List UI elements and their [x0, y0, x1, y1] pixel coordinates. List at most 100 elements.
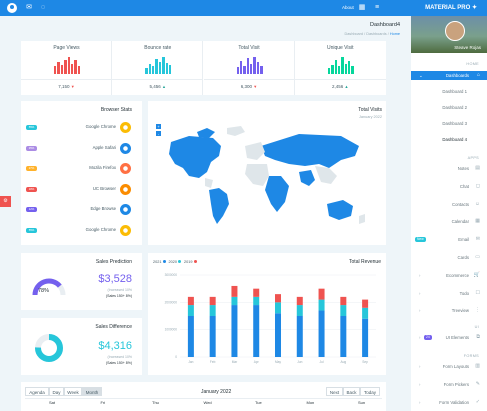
- legend-item[interactable]: 2021: [153, 260, 166, 264]
- calendar-back-button[interactable]: Back: [343, 387, 360, 396]
- revenue-bar-2021-sep: [362, 318, 369, 357]
- user-avatar[interactable]: [445, 21, 465, 41]
- spark-bar: [327, 68, 331, 74]
- breadcrumb-dashboards[interactable]: Dashboards: [366, 32, 386, 36]
- browser-name: Mozila Firefox: [89, 165, 116, 170]
- spark-bar: [54, 66, 57, 74]
- sidebar-item-email[interactable]: New Email ✉: [411, 235, 487, 244]
- new-badge: New: [415, 237, 426, 243]
- sidebar-item-dashboards[interactable]: ⌄ Dashboards ⌂: [411, 71, 487, 80]
- world-map[interactable]: [149, 120, 385, 240]
- spark-bar: [337, 66, 341, 74]
- sidebar-item-label: Form Validation: [439, 400, 469, 405]
- sidebar-item-dashboard-4[interactable]: Dashboard 4: [411, 135, 487, 144]
- sidebar-item-label: Dashboard 4: [442, 137, 467, 142]
- sidebar-item-ecommerce[interactable]: › Ecommerce 🛒: [411, 271, 487, 280]
- sidebar-item-cards[interactable]: Cards ▭: [411, 253, 487, 262]
- sidebar-item-form-validation[interactable]: › Form Validation ✓: [411, 398, 487, 407]
- browser-logo-icon: [120, 183, 131, 195]
- calendar-view-agenda-button[interactable]: Agenda: [25, 387, 49, 396]
- sidebar-item-todo[interactable]: › Todo ☐: [411, 289, 487, 298]
- settings-tab-icon[interactable]: ⚙: [0, 196, 11, 207]
- menu-icon[interactable]: ≡: [372, 3, 382, 13]
- breadcrumb-dashboard[interactable]: Dashboard: [344, 32, 363, 36]
- spark-bar: [331, 64, 334, 74]
- revenue-bar-2021-jul: [318, 310, 325, 357]
- pencil-icon: ✎: [475, 381, 480, 387]
- x-tick-label: Apr: [254, 360, 260, 364]
- sidebar-item-form-pickers[interactable]: › Form Pickers ✎: [411, 380, 487, 389]
- sales-prediction-title: Sales Prediction: [95, 259, 132, 265]
- spark-bar: [152, 65, 155, 74]
- spark-bar: [351, 65, 354, 74]
- nav-heading-home: HOME: [466, 62, 479, 66]
- revenue-bar-2020-mar: [231, 296, 238, 306]
- breadcrumb: Dashboard / Dashboards / Home: [344, 32, 400, 36]
- stat-value: 6,300 ▼: [240, 84, 258, 89]
- chevron-right-icon: ›: [419, 400, 421, 405]
- revenue-bar-2020-jun: [296, 305, 303, 316]
- sidebar-item-chat[interactable]: Chat ◻: [411, 182, 487, 191]
- total-revenue-title: Total Revenue: [349, 259, 381, 265]
- sidebar-item-label: UI Elements: [445, 335, 469, 340]
- sidebar-item-dashboard-3[interactable]: Dashboard 3: [411, 119, 487, 128]
- sidebar-item-ui-elements[interactable]: › 24 UI Elements ⧉: [411, 333, 487, 342]
- sidebar-item-label: Notes: [457, 166, 469, 171]
- spark-bar: [239, 61, 243, 74]
- calendar-day-header: Sat: [49, 400, 56, 405]
- map-southeast-asia: [315, 166, 337, 184]
- browser-name: UC Browser: [92, 185, 116, 191]
- sidebar-item-label: Dashboard 1: [442, 89, 467, 94]
- sidebar-item-label: Contacts: [452, 201, 469, 207]
- spark-bar: [74, 60, 77, 74]
- sidebar-item-label: Dashboards: [445, 73, 469, 78]
- brand-logo[interactable]: MATERIAL PRO ✦: [425, 3, 477, 13]
- sales-difference-note-1: (Increased 10%: [107, 355, 132, 359]
- calendar-next-button[interactable]: Next: [326, 387, 343, 396]
- user-name[interactable]: Steave Rojas: [454, 45, 481, 50]
- mail-icon[interactable]: ✉: [24, 3, 34, 13]
- calendar-view-week-button[interactable]: Week: [64, 387, 82, 396]
- sidebar-item-label: Treeview: [451, 308, 469, 314]
- chat-bubble-icon[interactable]: ◌: [38, 3, 48, 13]
- stat-value: 7,150 ▼: [58, 84, 75, 89]
- spark-bar: [260, 65, 263, 74]
- sidebar-item-label: Dashboard 2: [442, 105, 467, 110]
- layers-icon: ⧉: [476, 334, 480, 340]
- grid-icon[interactable]: ▦: [357, 3, 367, 13]
- calendar-view-month-button[interactable]: Month: [82, 387, 102, 396]
- revenue-bar-2020-jul: [318, 299, 325, 311]
- sidebar-item-notes[interactable]: Notes ▤: [411, 164, 487, 173]
- browser-row: 12% Edge Browse: [26, 203, 137, 216]
- sidebar-item-dashboard-1[interactable]: Dashboard 1: [411, 87, 487, 96]
- nav-heading-apps: APPS: [467, 156, 479, 160]
- sidebar-item-form-layouts[interactable]: › Form Layouts ▥: [411, 362, 487, 371]
- stat-title: Page Views: [53, 45, 80, 51]
- revenue-bar-2021-feb: [209, 316, 216, 357]
- sidebar-item-label: Dashboard 3: [442, 121, 467, 126]
- map-greenland: [227, 126, 245, 136]
- x-tick-label: Aug: [340, 360, 346, 364]
- legend-item[interactable]: 2019: [184, 260, 197, 264]
- sidebar-item-treeview[interactable]: › Treeview ⋮: [411, 306, 487, 315]
- calendar-day-header: Sun: [358, 400, 366, 405]
- browser-stats-title: Browser Stats: [100, 107, 132, 113]
- legend-item[interactable]: 2020: [169, 260, 182, 264]
- calendar-today-button[interactable]: Today: [360, 387, 380, 396]
- calendar-view-day-button[interactable]: Day: [49, 387, 64, 396]
- arrow-up-icon: ▲: [344, 84, 349, 89]
- sidebar-item-calendar[interactable]: Calendar ▦: [411, 217, 487, 226]
- total-visits-subtitle: January 2022: [358, 115, 382, 119]
- about-link[interactable]: About: [342, 4, 354, 12]
- sales-prediction-amount: $3,528: [98, 273, 132, 285]
- map-south-america: [209, 188, 229, 224]
- sidebar-item-dashboard-2[interactable]: Dashboard 2: [411, 103, 487, 112]
- sidebar-item-contacts[interactable]: Contacts ☺: [411, 200, 487, 209]
- map-north-africa: [245, 164, 269, 186]
- spark-bar: [250, 63, 253, 74]
- user-profile-card: Steave Rojas: [411, 16, 487, 53]
- x-tick-label: Mar: [232, 360, 238, 364]
- spark-bar: [243, 65, 246, 74]
- ui-count-badge: 24: [424, 335, 432, 340]
- profile-avatar[interactable]: [7, 3, 17, 13]
